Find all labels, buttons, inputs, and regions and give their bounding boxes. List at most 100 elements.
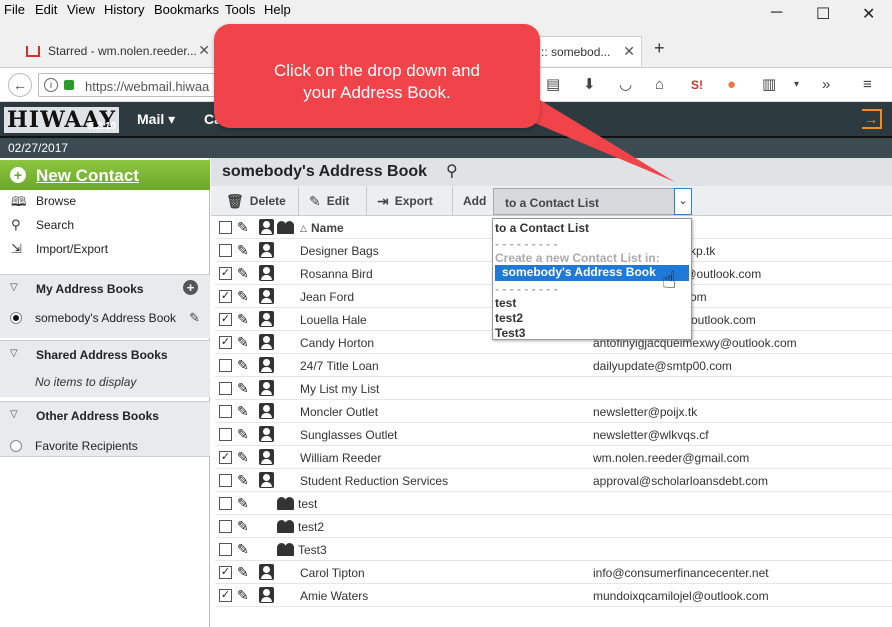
table-row[interactable]: ✎ My List my List [215, 377, 892, 400]
row-checkbox[interactable] [219, 428, 232, 441]
download-icon[interactable]: ⬇ [583, 77, 596, 93]
book-somebody[interactable]: somebody's Address Book ✎ [0, 307, 210, 329]
contact-name[interactable]: Moncler Outlet [300, 405, 378, 419]
table-row[interactable]: ✓ ✎ Amie Waters mundoixqcamilojel@outlook.c… [215, 584, 892, 607]
contact-name[interactable]: Test3 [298, 543, 327, 557]
menu-edit[interactable]: Edit [35, 2, 57, 17]
row-checkbox[interactable]: ✓ [219, 566, 232, 579]
pencil-icon[interactable]: ✎ [237, 495, 249, 512]
home-icon[interactable]: ⌂ [655, 77, 664, 93]
table-row[interactable]: ✎ test2 [215, 515, 892, 538]
tab-hiwaay[interactable]: :: somebod... ✕ [530, 36, 642, 66]
export-button[interactable]: ⇥ Export [367, 187, 453, 215]
pencil-icon[interactable]: ✎ [237, 242, 249, 259]
pencil-icon[interactable]: ✎ [237, 541, 249, 558]
row-checkbox[interactable]: ✓ [219, 451, 232, 464]
contact-name[interactable]: test [298, 497, 317, 511]
row-checkbox[interactable] [219, 474, 232, 487]
chevron-down-icon[interactable]: ▾ [794, 77, 799, 93]
pencil-icon[interactable]: ✎ [237, 564, 249, 581]
table-row[interactable]: ✎ test [215, 492, 892, 515]
maximize-button[interactable]: ☐ [816, 4, 830, 24]
table-row[interactable]: ✎ 24/7 Title Loan dailyupdate@smtp00.com [215, 354, 892, 377]
dropdown-option[interactable]: test [494, 296, 690, 311]
sidebar-item-search[interactable]: ⚲ Search [0, 214, 210, 236]
dropdown-option[interactable]: somebody's Address Book [495, 265, 689, 281]
pencil-icon[interactable]: ✎ [237, 288, 249, 305]
row-checkbox[interactable] [219, 359, 232, 372]
edit-button[interactable]: ✎ Edit [299, 187, 367, 215]
contact-name[interactable]: My List my List [300, 382, 379, 396]
contact-name[interactable]: William Reeder [300, 451, 381, 465]
contact-name[interactable]: Student Reduction Services [300, 474, 448, 488]
pencil-icon[interactable]: ✎ [237, 311, 249, 328]
contact-name[interactable]: Amie Waters [300, 589, 368, 603]
menu-view[interactable]: View [67, 2, 95, 17]
logout-icon[interactable]: → [862, 109, 882, 129]
new-tab-button[interactable]: + [654, 38, 665, 59]
row-checkbox[interactable]: ✓ [219, 313, 232, 326]
info-icon[interactable]: i [44, 78, 58, 92]
pencil-icon[interactable]: ✎ [237, 587, 249, 604]
contact-name[interactable]: Sunglasses Outlet [300, 428, 397, 442]
pencil-icon[interactable]: ✎ [237, 403, 249, 420]
close-tab-icon[interactable]: ✕ [623, 43, 635, 60]
table-row[interactable]: ✎ Test3 [215, 538, 892, 561]
book-favorite-recipients[interactable]: Favorite Recipients [0, 435, 210, 457]
row-checkbox[interactable]: ✓ [219, 290, 232, 303]
select-all-checkbox[interactable] [219, 221, 232, 234]
table-row[interactable]: ✓ ✎ William Reeder wm.nolen.reeder@gmail.co… [215, 446, 892, 469]
clipboard-icon[interactable]: ▥ [762, 77, 776, 93]
my-address-books-header[interactable]: ▽ My Address Books + [0, 275, 210, 301]
tab-gmail[interactable]: Starred - wm.nolen.reeder... ✕ [16, 36, 216, 66]
dropdown-option[interactable]: Test3 [494, 326, 690, 341]
menu-tools[interactable]: Tools [225, 2, 255, 17]
sidebar-item-import-export[interactable]: ⇲ Import/Export [0, 238, 210, 260]
pencil-icon[interactable]: ✎ [237, 334, 249, 351]
other-address-books-header[interactable]: ▽ Other Address Books [0, 402, 210, 428]
collapse-icon[interactable]: ▽ [10, 348, 18, 359]
menu-file[interactable]: File [4, 2, 25, 17]
dropdown-option[interactable]: to a Contact List [494, 221, 690, 236]
contact-name[interactable]: Jean Ford [300, 290, 354, 304]
contact-name[interactable]: Louella Hale [300, 313, 367, 327]
menu-help[interactable]: Help [264, 2, 291, 17]
new-contact-button[interactable]: + New Contact [0, 160, 210, 190]
hamburger-menu-icon[interactable]: ≡ [863, 77, 872, 93]
contact-name[interactable]: 24/7 Title Loan [300, 359, 379, 373]
overflow-icon[interactable]: » [822, 77, 830, 93]
close-window-button[interactable]: ✕ [862, 4, 875, 24]
shared-address-books-header[interactable]: ▽ Shared Address Books [0, 341, 210, 367]
pencil-icon[interactable]: ✎ [237, 472, 249, 489]
reader-icon[interactable]: ▤ [546, 77, 560, 93]
row-checkbox[interactable] [219, 382, 232, 395]
add-address-book-button[interactable]: + [183, 280, 198, 295]
dropdown-option[interactable]: test2 [494, 311, 690, 326]
collapse-icon[interactable]: ▽ [10, 282, 18, 293]
table-row[interactable]: ✎ Student Reduction Services approval@scho… [215, 469, 892, 492]
contact-name[interactable]: Candy Horton [300, 336, 374, 350]
contact-name[interactable]: Carol Tipton [300, 566, 365, 580]
color-extension-icon[interactable]: ● [727, 77, 736, 93]
pencil-icon[interactable]: ✎ [237, 357, 249, 374]
pencil-icon[interactable]: ✎ [237, 265, 249, 282]
row-checkbox[interactable]: ✓ [219, 336, 232, 349]
row-checkbox[interactable] [219, 543, 232, 556]
row-checkbox[interactable] [219, 520, 232, 533]
contact-name[interactable]: test2 [298, 520, 324, 534]
pencil-icon[interactable]: ✎ [237, 518, 249, 535]
pencil-icon[interactable]: ✎ [237, 380, 249, 397]
delete-button[interactable]: 🗑 Delete [216, 187, 299, 215]
contact-name[interactable]: Designer Bags [300, 244, 379, 258]
pencil-icon[interactable]: ✎ [237, 449, 249, 466]
close-tab-icon[interactable]: ✕ [198, 42, 210, 59]
table-row[interactable]: ✓ ✎ Carol Tipton info@consumerfinancecenter… [215, 561, 892, 584]
row-checkbox[interactable] [219, 405, 232, 418]
row-checkbox[interactable]: ✓ [219, 589, 232, 602]
sort-ascending-icon[interactable]: △ [300, 223, 307, 234]
back-button[interactable]: ← [8, 73, 32, 97]
minimize-button[interactable]: ─ [771, 4, 782, 22]
search-icon[interactable]: ⚲ [446, 161, 458, 181]
sidebar-item-browse[interactable]: 🕮 Browse [0, 190, 210, 212]
row-checkbox[interactable] [219, 497, 232, 510]
